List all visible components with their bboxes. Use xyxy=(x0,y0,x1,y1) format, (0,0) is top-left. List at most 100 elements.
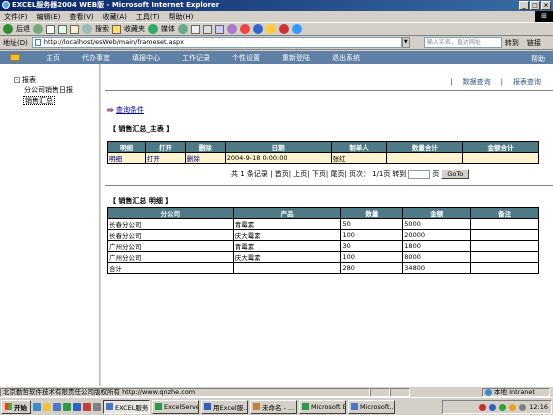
back-arrow-icon[interactable] xyxy=(3,24,13,34)
keyword-search-input[interactable]: 输入实名，直达网址 xyxy=(423,37,502,48)
app-quicklaunch-icon[interactable] xyxy=(83,402,91,411)
open-link[interactable]: 打开 xyxy=(144,152,186,164)
tree-root-reports[interactable]: - 报表 xyxy=(14,75,99,85)
tab-data-query[interactable]: 数据查询 xyxy=(457,77,497,87)
query-conditions-link[interactable]: 查询条件 xyxy=(107,105,144,115)
status-blank xyxy=(390,387,410,397)
task-label[interactable]: 未命名 - ... xyxy=(262,402,294,412)
print-icon[interactable] xyxy=(203,24,212,34)
clock: 12:16 xyxy=(529,403,548,411)
menu-help[interactable]: 帮助(H) xyxy=(169,12,194,22)
address-label: 地址(D) xyxy=(3,38,28,47)
tray-icon[interactable] xyxy=(509,403,517,411)
mail-icon[interactable] xyxy=(191,24,200,34)
word-quicklaunch-icon[interactable] xyxy=(73,402,81,411)
task-label[interactable]: ExcelServer... xyxy=(164,403,198,411)
favorites-icon[interactable] xyxy=(112,24,121,34)
volume-icon[interactable] xyxy=(519,403,527,411)
forward-arrow-icon[interactable] xyxy=(33,24,43,34)
menu-favorites[interactable]: 收藏(A) xyxy=(103,12,127,22)
messenger-icon[interactable] xyxy=(292,24,302,34)
table-row: 明细 打开 删除 2004-9-18 0:00:00 张红 xyxy=(107,152,539,164)
tray-icon[interactable] xyxy=(499,403,507,411)
cell-product: 青霉素 xyxy=(232,218,342,230)
task-button-excel-server-web[interactable]: EXCEL服务... xyxy=(103,399,150,414)
menu-edit[interactable]: 编辑(E) xyxy=(37,12,61,22)
ie-quicklaunch-icon[interactable] xyxy=(33,402,41,411)
plugin-yellow-icon[interactable] xyxy=(266,24,276,34)
collapse-icon[interactable]: - xyxy=(14,77,20,83)
tray-icon[interactable] xyxy=(489,403,497,411)
nav-help[interactable]: 帮助 xyxy=(531,54,545,64)
menu-tools[interactable]: 工具(T) xyxy=(136,12,160,22)
task-label[interactable]: Microsoft... xyxy=(360,403,394,411)
menu-file[interactable]: 文件(F) xyxy=(4,12,28,22)
refresh-icon[interactable] xyxy=(58,24,67,34)
nav-fill-center[interactable]: 填报中心 xyxy=(132,53,160,63)
home-icon[interactable] xyxy=(70,24,79,34)
cell-quantity: 50 xyxy=(340,218,404,230)
menu-view[interactable]: 查看(V) xyxy=(69,12,93,22)
summary-header-row: 明细 打开 删除 日期 制单人 数量合计 金额合计 xyxy=(107,141,539,153)
delete-link[interactable]: 删除 xyxy=(184,152,226,164)
tab-report-query[interactable]: 报表查询 xyxy=(507,77,547,87)
address-dropdown-icon[interactable]: ▼ xyxy=(401,37,410,48)
search-icon[interactable] xyxy=(82,24,92,34)
nav-exit[interactable]: 退出系统 xyxy=(332,53,360,63)
table-row: 长春分公司 青霉素 50 5000 xyxy=(107,218,539,230)
nav-home[interactable]: 主页 xyxy=(46,53,60,63)
desktop-quicklaunch-icon[interactable] xyxy=(53,402,61,411)
back-button[interactable]: 后退 xyxy=(16,24,30,34)
favorites-button[interactable]: 收藏夹 xyxy=(124,24,145,34)
start-button[interactable]: 开始 xyxy=(1,399,31,414)
media-icon[interactable] xyxy=(148,24,158,34)
discuss-icon[interactable] xyxy=(227,24,237,34)
address-input[interactable]: http://localhost/esWeb/main/frameset.asp… xyxy=(31,37,402,48)
start-label[interactable]: 开始 xyxy=(14,402,27,412)
task-button-excelserver[interactable]: ExcelServer... xyxy=(152,399,199,414)
plugin-blue-icon[interactable] xyxy=(253,24,263,34)
task-button-untitled[interactable]: 未命名 - ... xyxy=(250,399,297,414)
task-label[interactable]: EXCEL服务... xyxy=(115,402,149,412)
detail-link[interactable]: 明细 xyxy=(107,152,146,164)
page-number-input[interactable] xyxy=(408,169,431,179)
tree-item-branch-daily[interactable]: 分公司销售日报 xyxy=(24,86,99,95)
history-icon[interactable] xyxy=(178,24,188,34)
folder-quicklaunch-icon[interactable] xyxy=(43,402,51,411)
task-button-microsoft[interactable]: Microsoft... xyxy=(348,399,395,414)
close-button[interactable]: × xyxy=(541,1,551,10)
col-header-remark: 备注 xyxy=(470,207,539,219)
tray-icon[interactable] xyxy=(479,403,487,411)
tree-root-label[interactable]: 报表 xyxy=(22,75,36,85)
app-quicklaunch-icon[interactable] xyxy=(93,402,101,411)
task-label[interactable]: 用Excel服... xyxy=(213,402,247,412)
links-button[interactable]: 链接 xyxy=(527,38,541,48)
goto-button[interactable]: GoTo xyxy=(441,169,470,179)
task-button-doc[interactable]: 用Excel服... xyxy=(201,399,248,414)
nav-todo[interactable]: 代办事宜 xyxy=(82,53,110,63)
edit-icon[interactable] xyxy=(215,24,224,34)
stop-icon[interactable] xyxy=(46,24,55,34)
sidebar: - 报表 分公司销售日报 销售汇总 xyxy=(0,64,100,386)
minimize-button[interactable]: _ xyxy=(519,1,529,10)
nav-personal-settings[interactable]: 个性设置 xyxy=(232,53,260,63)
cell-amount-total xyxy=(462,152,539,164)
tree-item-sales-summary[interactable]: 销售汇总 xyxy=(23,96,55,105)
search-button[interactable]: 搜索 xyxy=(95,24,109,34)
cell-amount: 1800 xyxy=(402,240,472,252)
nav-work-records[interactable]: 工作记录 xyxy=(182,53,210,63)
main-content: | 数据查询 | 报表查询 查询条件 【 销售汇总_主表 】 明细 打开 删除 … xyxy=(101,64,553,386)
plugin-heart-icon[interactable] xyxy=(279,24,289,34)
detail-section-title: 【 销售汇总 明细 】 xyxy=(109,197,173,205)
excel-quicklaunch-icon[interactable] xyxy=(63,402,71,411)
media-button[interactable]: 媒体 xyxy=(161,24,175,34)
go-button[interactable]: 转到 xyxy=(505,38,519,48)
task-button-microsoft-excel[interactable]: Microsoft E... xyxy=(299,399,346,414)
maximize-button[interactable]: □ xyxy=(530,1,540,10)
query-conditions-label[interactable]: 查询条件 xyxy=(116,105,144,115)
cell-branch: 长春分公司 xyxy=(107,218,234,230)
col-header-date: 日期 xyxy=(224,141,332,153)
nav-relogin[interactable]: 重新登陆 xyxy=(282,53,310,63)
task-label[interactable]: Microsoft E... xyxy=(311,403,345,411)
plugin-red-icon[interactable] xyxy=(240,24,250,34)
